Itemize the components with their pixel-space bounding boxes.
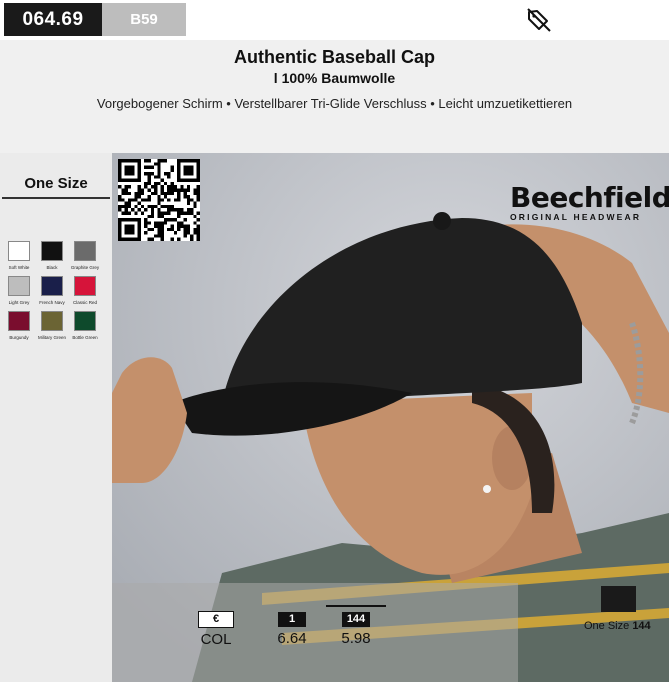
color-swatch bbox=[8, 311, 30, 331]
tier-1-qty: 1 bbox=[278, 612, 306, 627]
color-swatch bbox=[41, 276, 63, 296]
product-header: Authentic Baseball Cap l 100% Baumwolle … bbox=[0, 40, 669, 153]
carton-size: One Size bbox=[584, 620, 630, 632]
color-swatch-label: Graphite Grey bbox=[70, 265, 100, 270]
price-col-tier-1: 1 6.64 bbox=[272, 609, 312, 647]
color-swatch-label: Soft White bbox=[8, 265, 30, 270]
tag-icon bbox=[527, 8, 551, 32]
carton-qty: 144 bbox=[632, 620, 651, 632]
tier-1-price: 6.64 bbox=[277, 630, 307, 647]
qr-code-icon bbox=[118, 159, 200, 241]
color-swatch-label: Bottle Green bbox=[72, 335, 98, 340]
color-swatch bbox=[41, 241, 63, 261]
tier-2-qty: 144 bbox=[342, 612, 370, 627]
carton-icon bbox=[601, 586, 636, 612]
color-swatch-label: Military Green bbox=[37, 335, 66, 340]
color-swatch-label: French Navy bbox=[39, 300, 65, 305]
color-swatch-label: Burgundy bbox=[9, 335, 29, 340]
tier-2-rule bbox=[326, 605, 386, 607]
product-features: Vorgebogener Schirm • Verstellbarer Tri-… bbox=[96, 96, 573, 111]
color-swatch bbox=[74, 276, 96, 296]
color-swatch bbox=[8, 241, 30, 261]
color-swatch bbox=[74, 311, 96, 331]
col-label: COL bbox=[200, 631, 232, 648]
size-label: One Size bbox=[24, 175, 88, 192]
brand-name: Beechfield bbox=[510, 181, 669, 214]
brand-logo: Beechfield ORIGINAL HEADWEAR bbox=[510, 181, 669, 223]
size-divider bbox=[2, 197, 110, 199]
color-swatch bbox=[41, 311, 63, 331]
brand-tagline: ORIGINAL HEADWEAR bbox=[510, 212, 642, 222]
color-swatch bbox=[74, 241, 96, 261]
color-swatch-label: Black bbox=[46, 265, 58, 270]
product-material: l 100% Baumwolle bbox=[273, 70, 396, 86]
product-title: Authentic Baseball Cap bbox=[233, 47, 436, 67]
tier-2-price: 5.98 bbox=[341, 630, 371, 647]
price-table: € COL 1 6.64 144 5.98 bbox=[112, 583, 518, 682]
currency-symbol: € bbox=[198, 611, 234, 628]
price-col-tier-2: 144 5.98 bbox=[326, 605, 386, 647]
color-swatch bbox=[8, 276, 30, 296]
left-panel: One Size Soft White Black Graphite Grey Lig… bbox=[0, 153, 112, 682]
color-swatch-label: Light Grey bbox=[8, 300, 30, 305]
color-swatch-label: Classic Red bbox=[72, 300, 97, 305]
carton-label: One Size 144 bbox=[584, 620, 651, 632]
top-bar: 064.69 B59 bbox=[0, 0, 669, 40]
product-sku: B59 bbox=[102, 3, 186, 36]
price-col-currency: € COL bbox=[198, 609, 234, 648]
product-code: 064.69 bbox=[4, 3, 102, 36]
